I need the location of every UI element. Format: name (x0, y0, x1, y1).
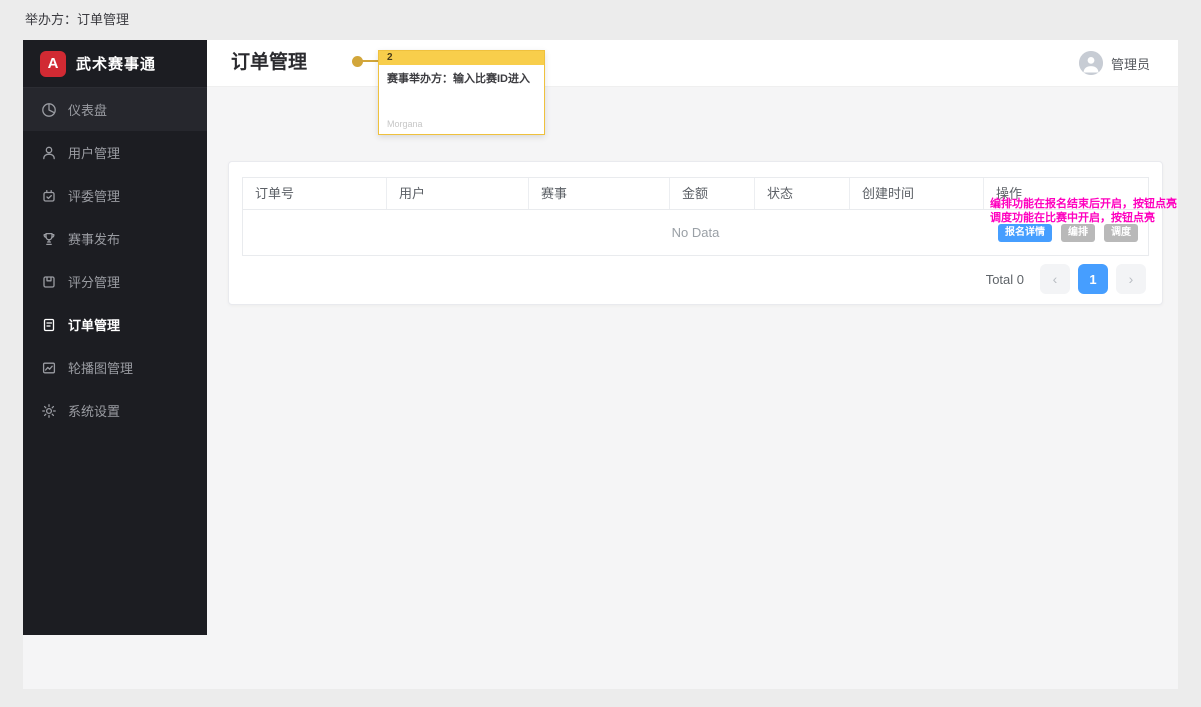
sidebar-item-label: 仪表盘 (68, 103, 108, 118)
column-header-amount: 金额 (670, 178, 755, 209)
sidebar-item-scoring[interactable]: 评分管理 (23, 260, 207, 303)
sidebar-item-label: 赛事发布 (68, 232, 121, 247)
page-1-button[interactable]: 1 (1078, 264, 1108, 294)
sidebar-item-label: 评委管理 (68, 189, 121, 204)
settings-icon (41, 403, 57, 419)
sidebar-item-label: 用户管理 (68, 146, 121, 161)
pagination-total: Total 0 (985, 271, 1024, 287)
app-title: 武术赛事通 (76, 56, 157, 73)
prev-page-button[interactable]: ‹ (1040, 264, 1070, 294)
pagination: Total 0 ‹ 1 › (986, 264, 1146, 294)
page-title: 订单管理 (231, 52, 308, 73)
sidebar-item-event-publish[interactable]: 赛事发布 (23, 217, 207, 260)
no-data-text: No Data (671, 225, 720, 240)
comment-text: 赛事举办方：输入比赛ID进入 (387, 73, 530, 85)
chevron-left-icon: ‹ (1052, 271, 1058, 287)
comment-box[interactable]: 2 赛事举办方：输入比赛ID进入 Morgana (378, 50, 545, 135)
app-window: A 武术赛事通 仪表盘 用户管理 评委管理 赛事发布 评分管理 订单管理 轮播图… (23, 40, 1178, 689)
user-name: 管理员 (1110, 56, 1150, 72)
sidebar-item-dashboard[interactable]: 仪表盘 (23, 88, 207, 131)
sidebar-item-label: 订单管理 (68, 318, 121, 333)
column-header-status: 状态 (755, 178, 850, 209)
score-icon (41, 274, 57, 290)
user-icon (41, 145, 57, 161)
carousel-icon (41, 360, 57, 376)
actions-annotation-line1: 编排功能在报名结束后开启，按钮点亮 (990, 198, 1177, 210)
app-logo-icon: A (40, 50, 66, 77)
sidebar-item-users[interactable]: 用户管理 (23, 131, 207, 174)
dispatch-button[interactable]: 调度 (1104, 224, 1138, 242)
dashboard-icon (41, 102, 57, 118)
breadcrumb: 举办方：订单管理 (25, 12, 130, 27)
screen: 举办方：订单管理 A 武术赛事通 仪表盘 用户管理 评委管理 赛事发布 评分管理… (0, 0, 1201, 707)
order-icon (41, 317, 57, 333)
sidebar-item-label: 评分管理 (68, 275, 121, 290)
arrange-button[interactable]: 编排 (1061, 224, 1095, 242)
comment-connector (361, 60, 379, 62)
next-page-button[interactable]: › (1116, 264, 1146, 294)
logo-row: A 武术赛事通 (23, 40, 207, 88)
column-header-order-no: 订单号 (243, 178, 387, 209)
comment-badge: 2 (379, 51, 544, 65)
column-header-event: 赛事 (529, 178, 670, 209)
column-header-user: 用户 (387, 178, 529, 209)
sidebar-item-settings[interactable]: 系统设置 (23, 389, 207, 432)
sidebar: A 武术赛事通 仪表盘 用户管理 评委管理 赛事发布 评分管理 订单管理 轮播图… (23, 40, 207, 635)
avatar-icon (1078, 51, 1103, 75)
trophy-icon (41, 231, 57, 247)
actions-annotation-line2: 调度功能在比赛中开启，按钮点亮 (990, 212, 1155, 224)
sidebar-item-orders[interactable]: 订单管理 (23, 303, 207, 346)
sidebar-item-carousel[interactable]: 轮播图管理 (23, 346, 207, 389)
sidebar-item-label: 系统设置 (68, 404, 121, 419)
row-action-buttons: 报名详情 编排 调度 (998, 224, 1138, 242)
column-header-created-at: 创建时间 (850, 178, 984, 209)
user-menu[interactable]: 管理员 (1078, 40, 1150, 86)
judge-icon (41, 188, 57, 204)
sidebar-item-judges[interactable]: 评委管理 (23, 174, 207, 217)
signup-detail-button[interactable]: 报名详情 (998, 224, 1052, 242)
chevron-right-icon: › (1128, 271, 1134, 287)
sidebar-item-label: 轮播图管理 (68, 361, 134, 376)
actions-annotation: 编排功能在报名结束后开启，按钮点亮 调度功能在比赛中开启，按钮点亮 (990, 197, 1180, 225)
sidebar-menu: 仪表盘 用户管理 评委管理 赛事发布 评分管理 订单管理 轮播图管理 系统设置 (23, 88, 207, 432)
comment-footer: Morgana (387, 119, 423, 129)
